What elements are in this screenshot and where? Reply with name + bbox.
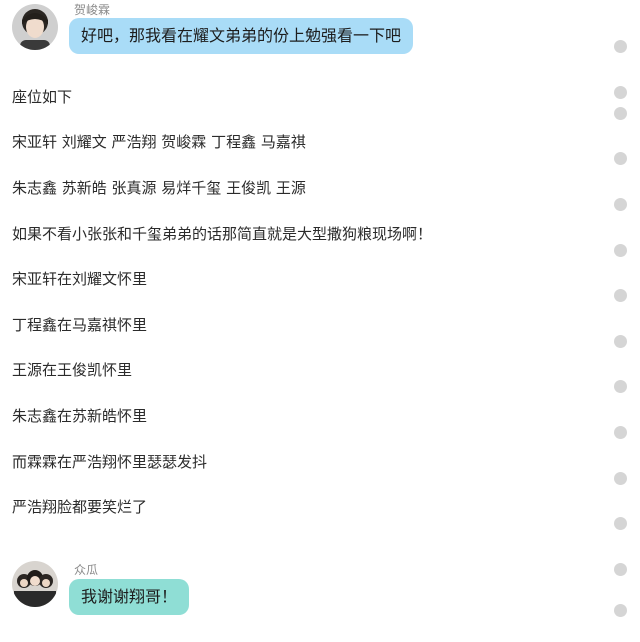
story-line: 朱志鑫在苏新皓怀里 — [12, 407, 148, 425]
story-line: 宋亚轩 刘耀文 严浩翔 贺峻霖 丁程鑫 马嘉祺 — [12, 133, 306, 151]
scroll-dot[interactable] — [614, 86, 627, 99]
scroll-dot[interactable] — [614, 198, 627, 211]
story-line: 座位如下 — [12, 88, 73, 106]
story-line: 而霖霖在严浩翔怀里瑟瑟发抖 — [12, 453, 208, 471]
sender-name: 贺峻霖 — [74, 3, 111, 17]
message-hejunlin: 贺峻霖 好吧，那我看在耀文弟弟的份上勉强看一下吧 — [12, 3, 432, 56]
story-line: 宋亚轩在刘耀文怀里 — [12, 270, 148, 288]
story-line: 王源在王俊凯怀里 — [12, 361, 133, 379]
scroll-dot[interactable] — [614, 289, 627, 302]
sender-name: 众瓜 — [74, 563, 99, 577]
group-photo-icon — [12, 561, 58, 607]
story-line: 严浩翔脸都要笑烂了 — [12, 498, 148, 516]
message-bubble[interactable]: 好吧，那我看在耀文弟弟的份上勉强看一下吧 — [69, 18, 414, 54]
scroll-dot[interactable] — [614, 472, 627, 485]
scroll-dot[interactable] — [614, 244, 627, 257]
avatar[interactable] — [12, 561, 58, 607]
message-bubble[interactable]: 我谢谢翔哥！ — [69, 579, 190, 615]
message-zhonggua: 众瓜 我谢谢翔哥！ — [12, 561, 312, 615]
scroll-dot[interactable] — [614, 563, 627, 576]
scroll-dot[interactable] — [614, 152, 627, 165]
scroll-dot[interactable] — [614, 335, 627, 348]
scroll-dot[interactable] — [614, 380, 627, 393]
scroll-dot[interactable] — [614, 40, 627, 53]
story-line: 丁程鑫在马嘉祺怀里 — [12, 316, 148, 334]
scroll-dot[interactable] — [614, 107, 627, 120]
avatar-photo-icon — [12, 4, 58, 50]
story-line: 如果不看小张张和千玺弟弟的话那简直就是大型撒狗粮现场啊！ — [12, 225, 433, 243]
avatar[interactable] — [12, 4, 58, 50]
scroll-dot[interactable] — [614, 517, 627, 530]
scroll-dot[interactable] — [614, 604, 627, 617]
story-line: 朱志鑫 苏新皓 张真源 易烊千玺 王俊凯 王源 — [12, 179, 306, 197]
scroll-dot[interactable] — [614, 426, 627, 439]
